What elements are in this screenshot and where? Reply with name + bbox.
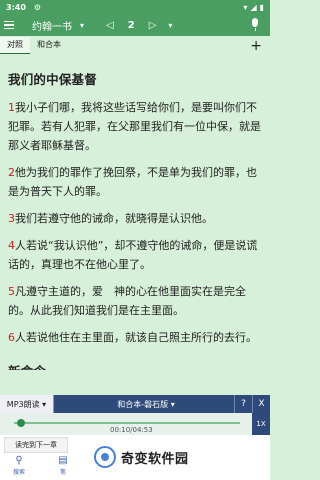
gear-icon: ⚙ xyxy=(33,2,42,12)
mp3-reading-select[interactable]: MP3朗读 ▾ xyxy=(0,395,54,413)
add-tab-icon[interactable]: + xyxy=(250,38,262,54)
menu-icon[interactable] xyxy=(4,14,20,36)
microphone-icon[interactable] xyxy=(250,18,260,32)
verse[interactable]: 6人若说他住在主里面，就该自己照主所行的去行。 xyxy=(8,328,262,347)
chapter-dropdown-icon[interactable]: ▾ xyxy=(168,21,172,30)
progress-track[interactable] xyxy=(14,422,240,424)
wifi-icon: ▾ xyxy=(243,2,248,12)
section-heading-2: 新命令 xyxy=(8,361,262,370)
verse[interactable]: 2他为我们的罪作了挽回祭，不是单为我们的罪，也是为普天下人的罪。 xyxy=(8,163,262,201)
speed-button[interactable]: 1X xyxy=(252,413,270,435)
search-icon: ⚲ xyxy=(15,455,23,466)
previous-chapter-icon[interactable]: ◁ xyxy=(106,20,114,31)
battery-icon: ▮ xyxy=(259,2,264,12)
verse[interactable]: 3我们若遵守他的诫命，就晓得是认识他。 xyxy=(8,209,262,228)
nav-search-label: 搜索 xyxy=(12,469,25,476)
verse-number: 3 xyxy=(8,212,15,225)
read-next-chapter-button[interactable]: 读完到下一章 xyxy=(4,437,68,453)
verse-text: 我小子们哪，我将这些话写给你们，是要叫你们不犯罪。若有人犯罪，在父那里我们有一位… xyxy=(8,101,261,152)
watermark-logo-icon xyxy=(94,446,116,468)
verse-text: 人若说“我认识他”，却不遵守他的诫命，便是说谎话的，真理也不在他心里了。 xyxy=(8,239,258,271)
tab-compare[interactable]: 对照 xyxy=(0,37,30,54)
verse-number: 2 xyxy=(8,166,15,179)
verse-text: 人若说他住在主里面，就该自己照主所行的去行。 xyxy=(15,331,257,344)
verse[interactable]: 5凡遵守主道的，爱 神的心在他里面实在是完全的。从此我们知道我们是在主里面。 xyxy=(8,282,262,320)
nav-notes-label: 笔 xyxy=(59,469,66,476)
verse-number: 6 xyxy=(8,331,15,344)
audio-version-label: 和合本-磐石版 xyxy=(117,399,169,409)
verse-text: 他为我们的罪作了挽回祭，不是单为我们的罪，也是为普天下人的罪。 xyxy=(8,166,257,198)
app-bar: 约翰一书 ▾ ◁ 2 ▷ ▾ xyxy=(0,14,270,36)
version-tabs: 对照 和合本 + xyxy=(0,37,270,54)
scripture-content[interactable]: 我们的中保基督 1我小子们哪，我将这些话写给你们，是要叫你们不犯罪。若有人犯罪，… xyxy=(0,55,270,370)
book-title[interactable]: 约翰一书 xyxy=(32,18,72,33)
verse-text: 我们若遵守他的诫命，就晓得是认识他。 xyxy=(15,212,213,225)
verse-number: 1 xyxy=(8,101,15,114)
section-heading: 我们的中保基督 xyxy=(8,72,97,87)
signal-icon: ◢ xyxy=(250,2,257,12)
watermark: 奇变软件园 xyxy=(94,441,270,473)
status-indicators: ▾ ◢ ▮ xyxy=(243,3,264,12)
audio-player-bar: MP3朗读 ▾ 和合本-磐石版 ▾ ? X xyxy=(0,395,270,413)
watermark-text: 奇变软件园 xyxy=(121,451,189,467)
nav-notes[interactable]: ▤ 笔 xyxy=(50,455,76,476)
playback-time: 00:10/04:53 xyxy=(110,426,153,434)
notes-icon: ▤ xyxy=(58,455,68,466)
verse[interactable]: 1我小子们哪，我将这些话写给你们，是要叫你们不犯罪。若有人犯罪，在父那里我们有一… xyxy=(8,98,262,155)
book-dropdown-icon[interactable]: ▾ xyxy=(80,21,84,30)
verse[interactable]: 4人若说“我认识他”，却不遵守他的诫命，便是说谎话的，真理也不在他心里了。 xyxy=(8,236,262,274)
progress-thumb[interactable] xyxy=(16,419,25,427)
mp3-label: MP3朗读 xyxy=(6,399,40,409)
audio-version-select[interactable]: 和合本-磐石版 ▾ xyxy=(58,399,234,410)
verse-number: 5 xyxy=(8,285,15,298)
help-button[interactable]: ? xyxy=(234,395,252,413)
tab-cuv[interactable]: 和合本 xyxy=(30,37,68,54)
nav-search[interactable]: ⚲ 搜索 xyxy=(6,455,32,476)
chapter-number[interactable]: 2 xyxy=(128,20,135,31)
verse-text: 凡遵守主道的，爱 神的心在他里面实在是完全的。从此我们知道我们是在主里面。 xyxy=(8,285,246,317)
status-time: 3:40 xyxy=(6,2,26,12)
next-chapter-icon[interactable]: ▷ xyxy=(149,20,157,31)
close-player-button[interactable]: X xyxy=(252,395,270,413)
status-bar: 3:40 ⚙ ▾ ◢ ▮ xyxy=(0,0,270,14)
verse-number: 4 xyxy=(8,239,15,252)
playback-progress: 00:10/04:53 1X xyxy=(0,413,270,435)
